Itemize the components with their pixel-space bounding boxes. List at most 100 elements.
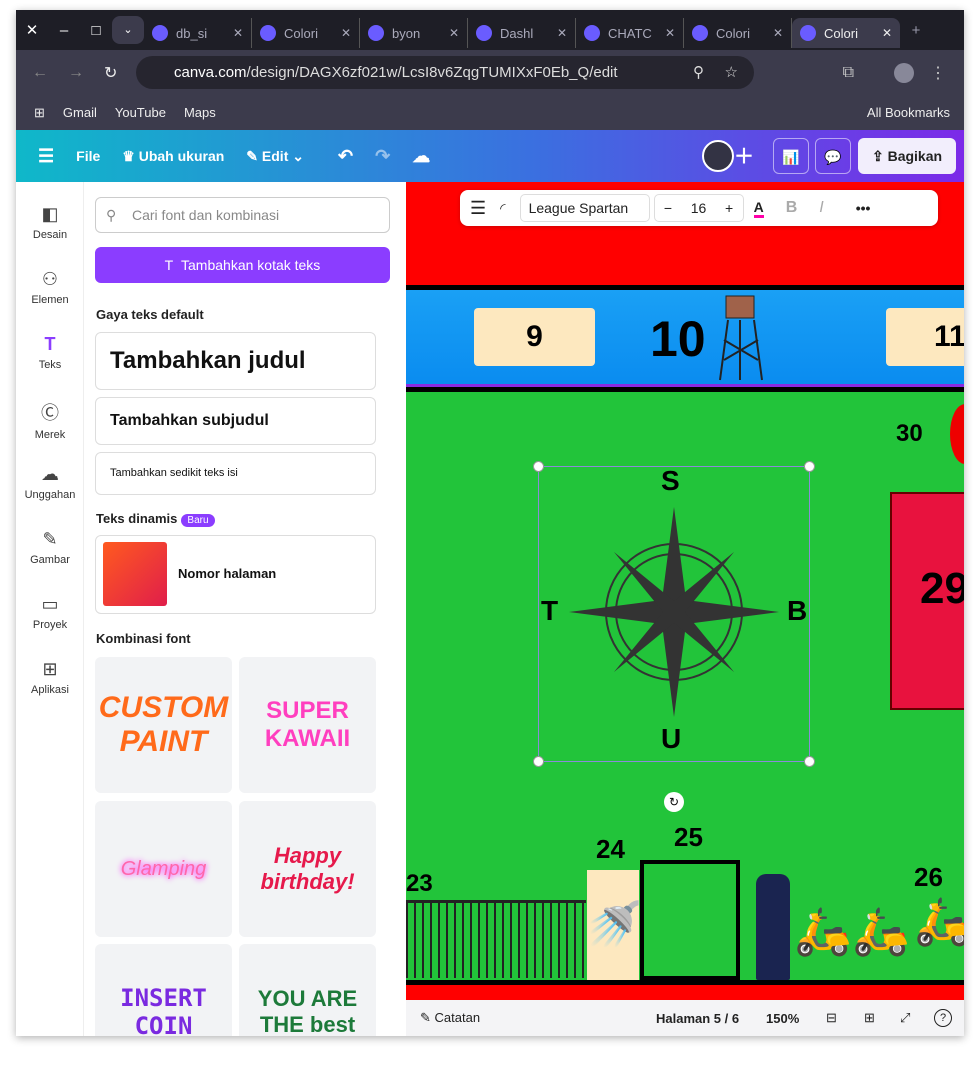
forward-icon[interactable]: →: [68, 64, 84, 82]
fullscreen-icon[interactable]: ⤢: [900, 1010, 910, 1026]
font-combo-tile[interactable]: INSERT COIN: [95, 944, 232, 1036]
rail-item-elemen[interactable]: ⚇ Elemen: [16, 269, 84, 306]
tab-search-button[interactable]: ⌄: [112, 16, 144, 44]
add-text-box-button[interactable]: T Tambahkan kotak teks: [95, 247, 390, 283]
resize-handle[interactable]: [804, 756, 815, 767]
comment-icon[interactable]: 💬: [815, 138, 851, 174]
undo-icon[interactable]: ↶: [338, 146, 353, 167]
browser-tab[interactable]: Colori ✕: [252, 18, 360, 48]
resize-handle[interactable]: [533, 461, 544, 472]
address-bar[interactable]: canva.com/design/DAGX6zf021w/LcsI8v6ZqgT…: [136, 56, 754, 89]
collaborator-avatar[interactable]: [702, 140, 734, 172]
font-combo-tile[interactable]: Happy birthday!: [239, 801, 376, 937]
plot-26[interactable]: 26: [914, 862, 943, 893]
new-tab-button[interactable]: +: [900, 22, 932, 39]
font-combo-tile[interactable]: SUPER KAWAII: [239, 657, 376, 793]
resize-handle[interactable]: [804, 461, 815, 472]
align-icon[interactable]: ☰: [470, 198, 486, 219]
rail-item-gambar[interactable]: ✎ Gambar: [16, 529, 84, 566]
bold-button[interactable]: B: [786, 199, 798, 217]
browser-tab[interactable]: Colori ✕: [684, 18, 792, 48]
bookmark-maps[interactable]: Maps: [184, 105, 216, 120]
font-selector[interactable]: League Spartan: [519, 194, 650, 222]
rail-item-merek[interactable]: Ⓒ Merek: [16, 399, 84, 441]
plot-11[interactable]: 11: [886, 308, 964, 366]
plot-9[interactable]: 9: [474, 308, 595, 366]
decrease-icon[interactable]: −: [664, 200, 672, 216]
add-heading[interactable]: Tambahkan judul: [95, 332, 376, 390]
rotate-handle[interactable]: ↻: [664, 792, 684, 812]
profile-avatar[interactable]: [894, 62, 914, 83]
plot-25[interactable]: 25: [674, 822, 703, 853]
maximize-icon[interactable]: □: [80, 22, 112, 39]
invite-button[interactable]: ＋: [734, 140, 754, 169]
pages-icon[interactable]: ⊞: [864, 1010, 875, 1026]
help-icon[interactable]: ?: [934, 1009, 952, 1027]
file-menu[interactable]: File: [76, 148, 100, 164]
back-icon[interactable]: ←: [32, 64, 48, 82]
minimize-icon[interactable]: –: [48, 22, 80, 39]
rail-item-desain[interactable]: ◧ Desain: [16, 204, 84, 241]
compass-rose-icon: [569, 507, 779, 717]
italic-button[interactable]: I: [819, 199, 823, 217]
cloud-saved-icon[interactable]: ☁: [412, 146, 430, 167]
menu-icon[interactable]: ☰: [38, 146, 54, 167]
share-button[interactable]: ⇪ Bagikan: [858, 138, 956, 174]
bookmark-star-icon[interactable]: ☆: [725, 56, 738, 89]
zoom-level[interactable]: 150%: [766, 1011, 799, 1026]
rail-item-unggahan[interactable]: ☁ Unggahan: [16, 464, 84, 501]
close-tab-icon[interactable]: ✕: [557, 26, 567, 40]
font-search-input[interactable]: ⚲ Cari font dan kombinasi: [95, 197, 390, 233]
apps-icon[interactable]: ⊞: [34, 105, 45, 121]
browser-tab[interactable]: CHATC ✕: [576, 18, 684, 48]
close-tab-icon[interactable]: ✕: [665, 26, 675, 40]
notes-button[interactable]: ✎ Catatan: [420, 1010, 480, 1026]
bookmark-youtube[interactable]: YouTube: [115, 105, 166, 120]
font-combo-tile[interactable]: Glamping: [95, 801, 232, 937]
menu-icon[interactable]: ⋮: [930, 63, 946, 83]
font-size-stepper[interactable]: −16 +: [653, 194, 744, 222]
page-number-card[interactable]: Nomor halaman: [95, 535, 376, 614]
plot-30[interactable]: 30: [896, 420, 923, 448]
plot-23[interactable]: 23: [406, 870, 433, 898]
all-bookmarks[interactable]: All Bookmarks: [867, 105, 950, 120]
rail-item-aplikasi[interactable]: ⊞ Aplikasi: [16, 659, 84, 696]
resize-button[interactable]: ♛ Ubah ukuran: [122, 148, 224, 165]
close-tab-icon[interactable]: ✕: [773, 26, 783, 40]
design-canvas[interactable]: 9 10 11 30 29 S U T B ↻ 23 24 🚿 25 26 🛵 …: [406, 182, 964, 1000]
browser-tab[interactable]: Colori ✕: [792, 18, 900, 48]
redo-icon[interactable]: ↷: [375, 146, 390, 167]
close-tab-icon[interactable]: ✕: [233, 26, 243, 40]
edit-menu[interactable]: ✎ Edit ⌄: [246, 148, 304, 165]
resize-handle[interactable]: [533, 756, 544, 767]
curve-text-icon[interactable]: ◜: [500, 200, 505, 217]
close-tab-icon[interactable]: ✕: [882, 26, 892, 40]
close-tab-icon[interactable]: ✕: [449, 26, 459, 40]
browser-tab[interactable]: Dashl ✕: [468, 18, 576, 48]
rail-item-teks[interactable]: T Teks: [16, 334, 84, 371]
page-indicator[interactable]: Halaman 5 / 6: [656, 1011, 739, 1026]
plot-24[interactable]: 24: [596, 834, 625, 865]
plot-29[interactable]: 29: [920, 564, 964, 614]
browser-tab[interactable]: byon ✕: [360, 18, 468, 48]
font-combo-tile[interactable]: YOU ARE THE best: [239, 944, 376, 1036]
font-combo-tile[interactable]: CUSTOM PAINT: [95, 657, 232, 793]
plot-10[interactable]: 10: [650, 310, 706, 368]
text-color-icon[interactable]: A: [753, 199, 764, 218]
rail-item-proyek[interactable]: ▭ Proyek: [16, 594, 84, 631]
bookmark-gmail[interactable]: Gmail: [63, 105, 97, 120]
grid-view-icon[interactable]: ⊟: [826, 1010, 837, 1026]
zoom-icon[interactable]: ⚲: [693, 56, 704, 89]
more-icon[interactable]: •••: [856, 200, 871, 216]
close-window-icon[interactable]: ✕: [16, 21, 48, 39]
extensions-icon[interactable]: ⧉: [843, 64, 854, 82]
close-tab-icon[interactable]: ✕: [341, 26, 351, 40]
increase-icon[interactable]: +: [725, 200, 733, 216]
add-subheading[interactable]: Tambahkan subjudul: [95, 397, 376, 445]
browser-tab[interactable]: db_si ✕: [144, 18, 252, 48]
add-body-text[interactable]: Tambahkan sedikit teks isi: [95, 452, 376, 495]
selection-box[interactable]: S U T B: [533, 461, 815, 767]
red-band: [406, 985, 964, 1000]
reload-icon[interactable]: ↻: [104, 63, 117, 83]
insights-icon[interactable]: 📊: [773, 138, 809, 174]
